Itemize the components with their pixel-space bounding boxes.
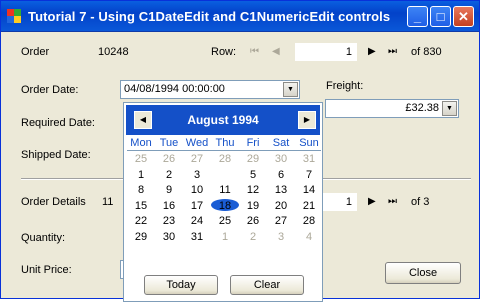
- calendar-day[interactable]: 27: [183, 153, 211, 165]
- calendar-day[interactable]: 1: [127, 169, 155, 181]
- calendar-day[interactable]: 27: [267, 215, 295, 227]
- weekday-header: Tue: [159, 137, 179, 149]
- calendar-day[interactable]: 31: [183, 231, 211, 243]
- calendar-day[interactable]: 6: [267, 169, 295, 181]
- calendar-day[interactable]: 26: [155, 153, 183, 165]
- calendar-day[interactable]: 10: [183, 184, 211, 196]
- calendar-dropdown: ◀ August 1994 ▶ Mon Tue Wed Thu Fri Sat Sun 25…: [123, 102, 323, 302]
- order-number: 10248: [98, 46, 129, 58]
- weekday-header: Fri: [246, 137, 260, 149]
- next-month-button[interactable]: ▶: [298, 111, 316, 129]
- row-count-label: of 830: [411, 46, 442, 58]
- maximize-button[interactable]: □: [430, 6, 451, 27]
- order-date-dropdown-icon[interactable]: ▼: [283, 82, 298, 97]
- calendar-day[interactable]: 3: [183, 169, 211, 181]
- weekday-header: Sun: [299, 137, 319, 149]
- calendar-day[interactable]: 17: [183, 200, 211, 212]
- calendar-day[interactable]: 28: [211, 153, 239, 165]
- calendar-day[interactable]: 4: [211, 169, 239, 181]
- app-icon: [7, 9, 21, 23]
- last-record-icon[interactable]: ⏭: [388, 46, 397, 57]
- calendar-day[interactable]: 12: [239, 184, 267, 196]
- previous-record-icon[interactable]: ◀: [272, 46, 280, 57]
- unit-price-label: Unit Price:: [21, 264, 72, 276]
- calendar-day[interactable]: 25: [127, 153, 155, 165]
- shipped-date-label: Shipped Date:: [21, 149, 91, 161]
- today-button[interactable]: Today: [144, 275, 218, 295]
- order-date-value: 04/08/1994 00:00:00: [124, 83, 225, 95]
- order-details-label: Order Details: [21, 196, 86, 208]
- calendar-header: ◀ August 1994 ▶: [126, 105, 320, 135]
- calendar-day[interactable]: 11: [211, 184, 239, 196]
- order-label: Order: [21, 46, 50, 58]
- form-client-area: Order 10248 Row: ⏮ ◀ 1 ▶ ⏭ of 830 Order …: [4, 32, 476, 302]
- close-window-button[interactable]: ✕: [453, 6, 474, 27]
- close-button[interactable]: Close: [385, 262, 461, 284]
- freight-label: Freight:: [326, 80, 364, 92]
- weekday-header: Wed: [185, 137, 209, 149]
- calendar-day[interactable]: 4: [295, 231, 323, 243]
- detail-last-icon[interactable]: ⏭: [388, 196, 397, 207]
- calendar-day[interactable]: 25: [211, 215, 239, 227]
- next-record-icon[interactable]: ▶: [368, 46, 376, 57]
- calendar-day[interactable]: 5: [239, 169, 267, 181]
- row-label: Row:: [211, 46, 237, 58]
- calendar-day[interactable]: 16: [155, 200, 183, 212]
- weekday-header: Sat: [272, 137, 290, 149]
- calendar-day[interactable]: 15: [127, 200, 155, 212]
- calendar-day[interactable]: 7: [295, 169, 323, 181]
- calendar-day[interactable]: 26: [239, 215, 267, 227]
- detail-next-icon[interactable]: ▶: [368, 196, 376, 207]
- calendar-day[interactable]: 20: [267, 200, 295, 212]
- order-date-field[interactable]: 04/08/1994 00:00:00 ▼: [120, 80, 300, 99]
- weekday-header: Thu: [215, 137, 235, 149]
- quantity-label: Quantity:: [21, 232, 66, 244]
- calendar-day[interactable]: 1: [211, 231, 239, 243]
- freight-field[interactable]: £32.38 ▼: [325, 99, 459, 118]
- detail-count-label: of 3: [411, 196, 430, 208]
- row-position-input[interactable]: 1: [295, 43, 357, 61]
- calendar-day[interactable]: 23: [155, 215, 183, 227]
- calendar-day[interactable]: 9: [155, 184, 183, 196]
- calendar-day[interactable]: 13: [267, 184, 295, 196]
- weekday-header: Mon: [130, 137, 152, 149]
- first-record-icon[interactable]: ⏮: [250, 46, 259, 57]
- freight-value: £32.38: [405, 102, 439, 114]
- weekday-divider: [127, 150, 321, 151]
- calendar-day[interactable]: 28: [295, 215, 323, 227]
- calendar-day[interactable]: 8: [127, 184, 155, 196]
- calendar-day[interactable]: 21: [295, 200, 323, 212]
- calendar-day[interactable]: 30: [267, 153, 295, 165]
- calendar-day[interactable]: 2: [239, 231, 267, 243]
- clear-button[interactable]: Clear: [230, 275, 304, 295]
- app-window: Tutorial 7 - Using C1DateEdit and C1Nume…: [0, 0, 480, 302]
- calendar-day[interactable]: 30: [155, 231, 183, 243]
- calendar-day[interactable]: 2: [155, 169, 183, 181]
- calendar-month-title: August 1994: [187, 113, 259, 127]
- calendar-day[interactable]: 31: [295, 153, 323, 165]
- calendar-day[interactable]: 29: [127, 231, 155, 243]
- calendar-day[interactable]: 3: [267, 231, 295, 243]
- calendar-day[interactable]: 24: [183, 215, 211, 227]
- minimize-button[interactable]: _: [407, 6, 428, 27]
- required-date-label: Required Date:: [21, 117, 95, 129]
- order-details-number: 11: [102, 196, 114, 208]
- calendar-day[interactable]: 18: [211, 200, 239, 212]
- window-title: Tutorial 7 - Using C1DateEdit and C1Nume…: [28, 9, 391, 24]
- freight-dropdown-icon[interactable]: ▼: [442, 101, 457, 116]
- calendar-day[interactable]: 22: [127, 215, 155, 227]
- title-bar[interactable]: Tutorial 7 - Using C1DateEdit and C1Nume…: [1, 1, 479, 32]
- calendar-day[interactable]: 14: [295, 184, 323, 196]
- calendar-day[interactable]: 19: [239, 200, 267, 212]
- order-date-label: Order Date:: [21, 84, 79, 96]
- calendar-day[interactable]: 29: [239, 153, 267, 165]
